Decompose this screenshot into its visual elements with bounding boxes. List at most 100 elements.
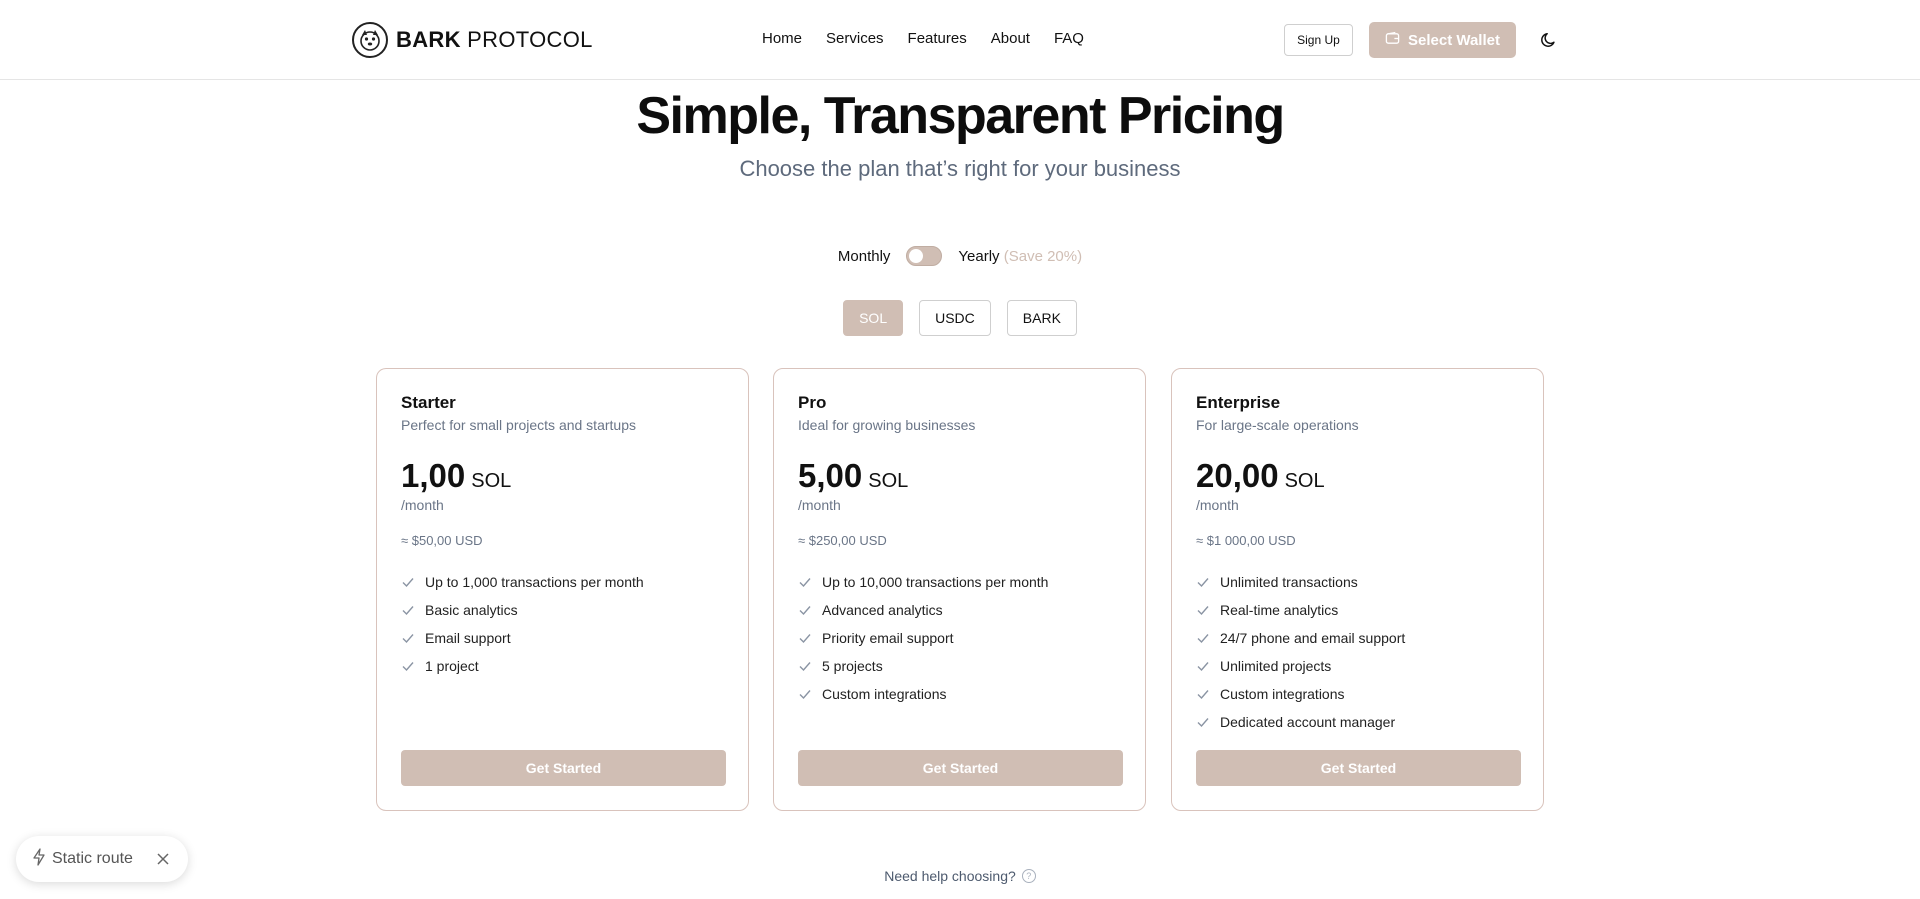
page-title: Simple, Transparent Pricing <box>636 87 1285 145</box>
nav-about[interactable]: About <box>991 30 1030 47</box>
feature-item: 1 project <box>401 652 644 680</box>
check-icon <box>798 575 812 589</box>
nav-home[interactable]: Home <box>762 30 802 47</box>
feature-label: Up to 10,000 transactions per month <box>822 574 1049 590</box>
check-icon <box>798 659 812 673</box>
help-choosing-label: Need help choosing? <box>884 868 1016 884</box>
plan-name: Pro <box>798 393 827 412</box>
feature-label: Custom integrations <box>822 686 947 702</box>
billing-period-toggle: Monthly Yearly (Save 20%) <box>0 246 1920 266</box>
plan-name: Starter <box>401 393 456 412</box>
billing-switch[interactable] <box>906 246 943 266</box>
main-nav: Home Services Features About FAQ <box>762 30 1084 47</box>
currency-bark-button[interactable]: BARK <box>1006 300 1077 336</box>
brand-name-bold: BARK <box>396 27 461 52</box>
static-route-label: Static route <box>52 850 133 867</box>
plan-price-currency: SOL <box>471 470 512 492</box>
plan-usd-equivalent: ≈ $50,00 USD <box>401 533 483 548</box>
check-icon <box>1196 603 1210 617</box>
feature-label: Advanced analytics <box>822 602 943 618</box>
check-icon <box>1196 715 1210 729</box>
plan-period: /month <box>798 497 841 513</box>
plan-period: /month <box>1196 497 1239 513</box>
wallet-icon <box>1385 31 1400 50</box>
help-choosing-link[interactable]: Need help choosing? ? <box>0 868 1920 884</box>
feature-label: Real-time analytics <box>1220 602 1339 618</box>
feature-item: Up to 10,000 transactions per month <box>798 568 1048 596</box>
get-started-button-starter[interactable]: Get Started <box>401 750 726 786</box>
lightning-bolt-icon <box>32 847 46 871</box>
plan-feature-list: Up to 1,000 transactions per month Basic… <box>401 568 644 680</box>
check-icon <box>798 603 812 617</box>
plan-description: For large-scale operations <box>1196 417 1359 433</box>
plan-name: Enterprise <box>1196 393 1281 412</box>
check-icon <box>798 687 812 701</box>
get-started-button-pro[interactable]: Get Started <box>798 750 1123 786</box>
feature-label: Email support <box>425 630 511 646</box>
question-circle-icon: ? <box>1021 869 1036 883</box>
select-wallet-label: Select Wallet <box>1408 31 1500 49</box>
feature-item: Real-time analytics <box>1196 596 1405 624</box>
plan-price-row: 1,00 SOL <box>401 457 511 495</box>
plan-description: Ideal for growing businesses <box>798 417 976 433</box>
plan-price-row: 20,00 SOL <box>1196 457 1325 495</box>
plan-price-row: 5,00 SOL <box>798 457 908 495</box>
feature-item: 24/7 phone and email support <box>1196 624 1405 652</box>
feature-label: 1 project <box>425 658 479 674</box>
plan-card-pro: Pro Ideal for growing businesses 5,00 SO… <box>773 368 1146 811</box>
check-icon <box>401 603 415 617</box>
currency-selector: SOL USDC BARK <box>0 300 1920 336</box>
static-route-indicator: Static route <box>16 836 188 882</box>
brand-name: BARK PROTOCOL <box>396 27 593 53</box>
yearly-label: Yearly <box>958 247 1000 265</box>
feature-label: Priority email support <box>822 630 954 646</box>
plan-price: 20,00 <box>1196 457 1279 494</box>
feature-item: Basic analytics <box>401 596 644 624</box>
feature-label: Custom integrations <box>1220 686 1345 702</box>
currency-usdc-button[interactable]: USDC <box>919 300 991 336</box>
check-icon <box>798 631 812 645</box>
plan-feature-list: Unlimited transactions Real-time analyti… <box>1196 568 1405 736</box>
get-started-button-enterprise[interactable]: Get Started <box>1196 750 1521 786</box>
feature-item: Email support <box>401 624 644 652</box>
feature-item: Unlimited transactions <box>1196 568 1405 596</box>
close-icon[interactable] <box>154 850 172 868</box>
plan-description: Perfect for small projects and startups <box>401 417 636 433</box>
brand-name-rest: PROTOCOL <box>460 27 593 52</box>
plan-price-currency: SOL <box>1284 470 1325 492</box>
plan-usd-equivalent: ≈ $1 000,00 USD <box>1196 533 1296 548</box>
brand-logo[interactable]: BARK PROTOCOL <box>352 22 593 58</box>
plan-price: 5,00 <box>798 457 863 494</box>
site-header: BARK PROTOCOL Home Services Features Abo… <box>0 0 1920 80</box>
feature-item: 5 projects <box>798 652 1048 680</box>
plan-card-enterprise: Enterprise For large-scale operations 20… <box>1171 368 1544 811</box>
feature-item: Dedicated account manager <box>1196 708 1405 736</box>
check-icon <box>1196 631 1210 645</box>
nav-faq[interactable]: FAQ <box>1054 30 1084 47</box>
moon-icon[interactable] <box>1537 28 1561 52</box>
check-icon <box>1196 687 1210 701</box>
monthly-label: Monthly <box>837 247 891 265</box>
feature-label: 24/7 phone and email support <box>1220 630 1406 646</box>
check-icon <box>1196 659 1210 673</box>
yearly-label-group: Yearly (Save 20%) <box>958 248 1082 265</box>
check-icon <box>1196 575 1210 589</box>
feature-label: Up to 1,000 transactions per month <box>425 574 644 590</box>
select-wallet-button[interactable]: Select Wallet <box>1369 22 1516 58</box>
plan-price-currency: SOL <box>868 470 909 492</box>
sign-up-button[interactable]: Sign Up <box>1284 24 1353 56</box>
feature-label: Unlimited projects <box>1220 658 1332 674</box>
feature-item: Custom integrations <box>1196 680 1405 708</box>
currency-sol-button[interactable]: SOL <box>843 300 904 336</box>
feature-item: Custom integrations <box>798 680 1048 708</box>
yearly-savings-label: (Save 20%) <box>1003 247 1083 265</box>
nav-features[interactable]: Features <box>908 30 967 47</box>
nav-services[interactable]: Services <box>826 30 884 47</box>
check-icon <box>401 575 415 589</box>
plan-card-starter: Starter Perfect for small projects and s… <box>376 368 749 811</box>
check-icon <box>401 659 415 673</box>
page-subtitle: Choose the plan that’s right for your bu… <box>739 156 1181 181</box>
feature-item: Unlimited projects <box>1196 652 1405 680</box>
plan-feature-list: Up to 10,000 transactions per month Adva… <box>798 568 1048 708</box>
check-icon <box>401 631 415 645</box>
